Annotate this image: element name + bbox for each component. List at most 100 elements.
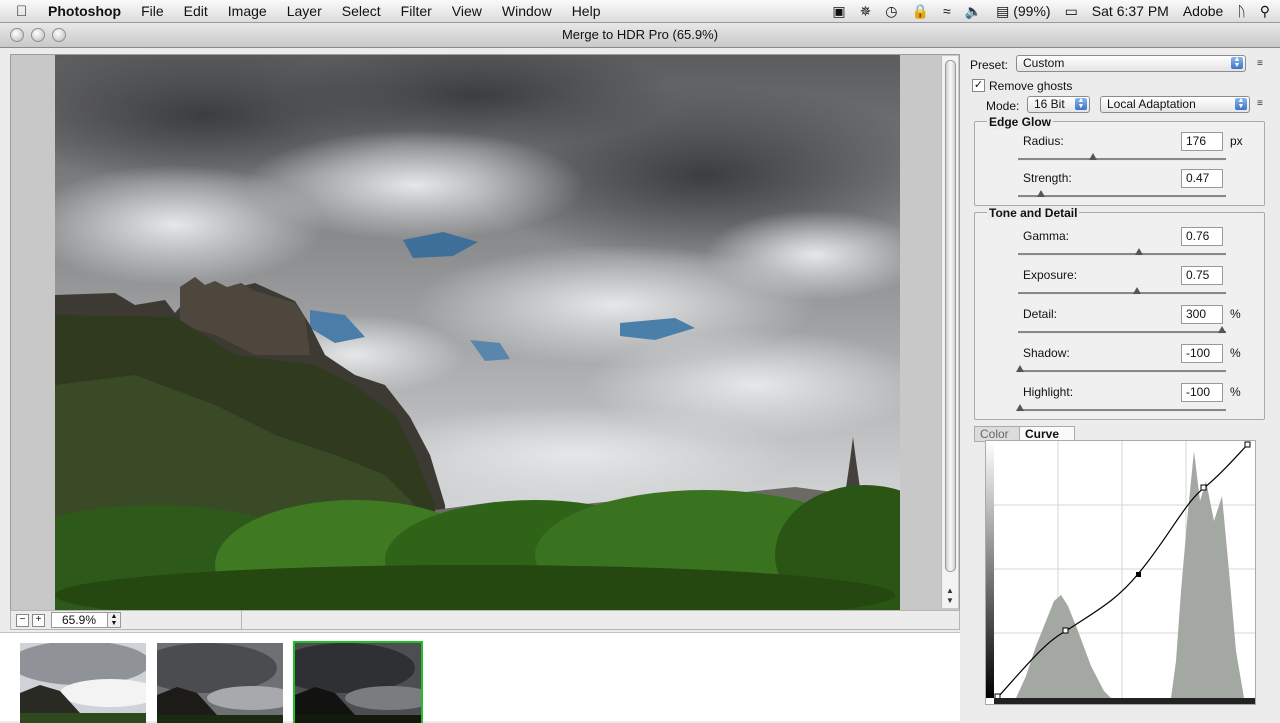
zoom-stepper-icon[interactable]: ▲ ▼ — [107, 613, 120, 627]
output-gradient-ramp — [986, 441, 994, 698]
exposure-slider-thumb[interactable] — [1132, 287, 1141, 294]
detail-slider-track[interactable] — [1018, 331, 1226, 334]
shadow-slider-track[interactable] — [1018, 370, 1226, 373]
curve-endpoint-white[interactable] — [1244, 441, 1251, 448]
source-thumbnail-bright[interactable] — [20, 643, 146, 723]
highlight-value: -100 — [1186, 385, 1211, 399]
display-icon[interactable]: ▭ — [1065, 3, 1078, 20]
radius-slider-thumb[interactable] — [1088, 153, 1097, 160]
edge-glow-title: Edge Glow — [987, 115, 1054, 129]
bit-depth-dropdown[interactable]: 16 Bit ▲ ▼ — [1027, 96, 1090, 113]
method-options-icon[interactable]: ≡ — [1257, 98, 1263, 109]
highlight-slider-thumb[interactable] — [1016, 404, 1025, 411]
bluetooth-icon[interactable]: ᚢ — [1237, 3, 1245, 19]
detail-value: 300 — [1186, 307, 1207, 321]
source-image-strip — [0, 632, 960, 723]
curve-point-2[interactable] — [1136, 572, 1141, 577]
menu-filter[interactable]: Filter — [401, 3, 432, 19]
gamma-field[interactable]: 0.76 — [1181, 227, 1223, 246]
menu-photoshop[interactable]: Photoshop — [48, 3, 121, 19]
detail-label: Detail: — [1023, 307, 1058, 321]
battery-icon: ▤ — [996, 2, 1010, 19]
highlight-field[interactable]: -100 — [1181, 383, 1223, 402]
highlight-slider-track[interactable] — [1018, 409, 1226, 412]
apple-menu-icon[interactable]:  — [16, 3, 36, 20]
menu-edit[interactable]: Edit — [184, 3, 208, 19]
mode-label: Mode: — [986, 99, 1020, 113]
detail-slider-thumb[interactable] — [1217, 326, 1226, 333]
preset-dropdown[interactable]: Custom ▲ ▼ — [1016, 55, 1246, 72]
detail-unit: % — [1230, 307, 1241, 321]
status-area: ▣ ✵ ◷ 🔒 ≈ 🔈 ▤ (99%) ▭ Sat 6:37 PM Adobe … — [818, 0, 1270, 22]
battery-percent: (99%) — [1013, 2, 1051, 19]
sync-icon[interactable]: ✵ — [860, 3, 872, 20]
zoom-level-value: 65.9% — [62, 613, 97, 627]
menu-view[interactable]: View — [452, 3, 482, 19]
clock[interactable]: Sat 6:37 PM — [1092, 3, 1169, 19]
gamma-label: Gamma: — [1023, 229, 1070, 243]
spotlight-search-icon[interactable]: ⚲ — [1260, 3, 1270, 20]
camera-icon[interactable]: ▣ — [832, 3, 845, 20]
curve-editor[interactable] — [985, 440, 1256, 705]
radius-slider-track[interactable] — [1018, 158, 1226, 161]
user-menu[interactable]: Adobe — [1183, 3, 1223, 19]
remove-ghosts-label: Remove ghosts — [989, 79, 1073, 93]
gamma-slider-track[interactable] — [1018, 253, 1226, 256]
zoom-level-field[interactable]: 65.9% ▲ ▼ — [51, 612, 121, 628]
curve-point-3[interactable] — [1200, 484, 1207, 491]
shadow-unit: % — [1230, 346, 1241, 360]
dropdown-arrows-icon: ▲ ▼ — [1231, 56, 1243, 69]
scroll-arrows[interactable]: ▲ ▼ — [942, 586, 958, 606]
dropdown-arrows-icon: ▲ ▼ — [1235, 97, 1247, 110]
preset-options-icon[interactable]: ≡ — [1257, 58, 1263, 69]
preset-label: Preset: — [970, 58, 1009, 72]
curve-point-1[interactable] — [1062, 627, 1069, 634]
histogram — [1016, 451, 1244, 698]
strength-value: 0.47 — [1186, 171, 1210, 185]
scrollbar-thumb[interactable] — [945, 60, 956, 572]
volume-icon[interactable]: 🔈 — [965, 3, 982, 20]
exposure-slider-track[interactable] — [1018, 292, 1226, 295]
highlight-unit: % — [1230, 385, 1241, 399]
shadow-field[interactable]: -100 — [1181, 344, 1223, 363]
menu-layer[interactable]: Layer — [287, 3, 322, 19]
menu-image[interactable]: Image — [228, 3, 267, 19]
bit-depth-value: 16 Bit — [1034, 97, 1065, 111]
strength-slider-thumb[interactable] — [1036, 190, 1045, 197]
hdr-preview-image — [55, 55, 900, 610]
strength-slider-track[interactable] — [1018, 195, 1226, 198]
strength-field[interactable]: 0.47 — [1181, 169, 1223, 188]
zoom-bar: − + 65.9% ▲ ▼ — [10, 610, 960, 630]
zoom-out-button[interactable]: − — [16, 614, 29, 627]
remove-ghosts-checkbox[interactable]: ✓ — [972, 79, 985, 92]
menu-select[interactable]: Select — [342, 3, 381, 19]
radius-field[interactable]: 176 — [1181, 132, 1223, 151]
lock-icon[interactable]: 🔒 — [912, 3, 929, 20]
battery-status[interactable]: ▤ (99%) — [996, 3, 1050, 20]
source-thumbnail-dark[interactable] — [293, 641, 423, 723]
method-value: Local Adaptation — [1107, 97, 1196, 111]
zoom-in-button[interactable]: + — [32, 614, 45, 627]
gamma-slider-thumb[interactable] — [1134, 248, 1143, 255]
menu-help[interactable]: Help — [572, 3, 601, 19]
strength-label: Strength: — [1023, 171, 1072, 185]
wifi-icon[interactable]: ≈ — [943, 3, 951, 19]
menu-bar:  Photoshop File Edit Image Layer Select… — [0, 0, 1280, 23]
preview-vertical-scrollbar[interactable]: ▲ ▼ — [941, 56, 958, 608]
time-machine-icon[interactable]: ◷ — [885, 3, 897, 20]
shadow-label: Shadow: — [1023, 346, 1070, 360]
radius-label: Radius: — [1023, 134, 1064, 148]
gamma-value: 0.76 — [1186, 229, 1210, 243]
menu-file[interactable]: File — [141, 3, 164, 19]
shadow-value: -100 — [1186, 346, 1211, 360]
method-dropdown[interactable]: Local Adaptation ▲ ▼ — [1100, 96, 1250, 113]
menu-window[interactable]: Window — [502, 3, 552, 19]
preset-value: Custom — [1023, 56, 1065, 70]
zoom-divider — [241, 611, 242, 629]
detail-field[interactable]: 300 — [1181, 305, 1223, 324]
source-thumbnail-mid[interactable] — [157, 643, 283, 723]
color-curve-tabs: Color Curve — [974, 426, 1266, 442]
exposure-field[interactable]: 0.75 — [1181, 266, 1223, 285]
shadow-slider-thumb[interactable] — [1016, 365, 1025, 372]
radius-unit: px — [1230, 134, 1243, 148]
